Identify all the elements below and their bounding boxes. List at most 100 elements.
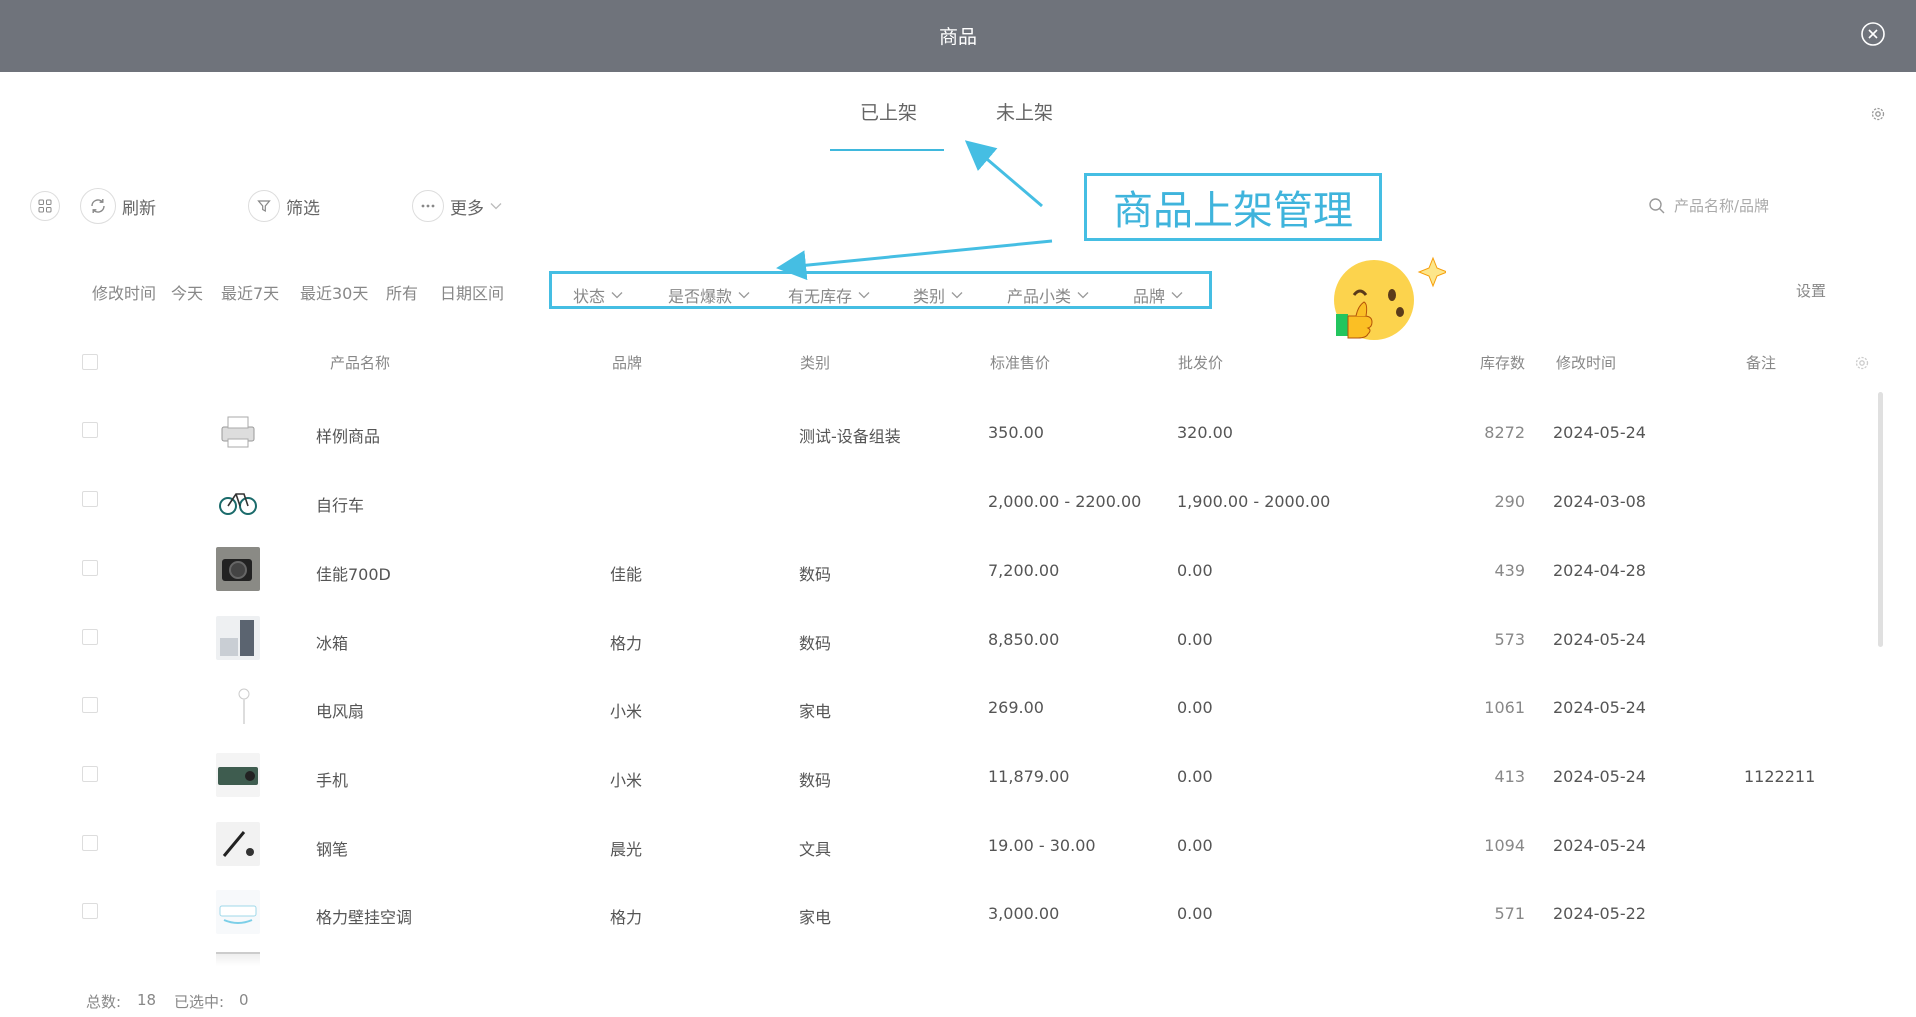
cell-brand: 格力 [610, 634, 643, 653]
thumbs-up-emoji-icon [1334, 256, 1446, 340]
filter-dropdown-group: 状态 是否爆款 有无库存 类别 产品小类 品牌 [549, 271, 1212, 309]
col-header-wholesale-price[interactable]: 批发价 [1178, 352, 1223, 373]
chevron-down-icon [1171, 292, 1183, 299]
more-label: 更多 [450, 198, 484, 219]
cell-wholesale-price: 0.00 [1177, 630, 1213, 649]
date-filter-30days[interactable]: 最近30天 [300, 280, 368, 304]
filter-brand-label: 品牌 [1133, 287, 1166, 306]
cell-name[interactable]: 电风扇 [316, 698, 364, 722]
partial-row-thumbnail [216, 952, 260, 966]
cell-name[interactable]: 钢笔 [316, 836, 348, 860]
filter-label: 筛选 [286, 198, 320, 219]
cell-wholesale-price: 0.00 [1177, 561, 1213, 580]
close-icon[interactable] [1860, 21, 1886, 47]
chevron-down-icon [858, 292, 870, 299]
product-thumbnail [216, 547, 260, 591]
filter-stock[interactable]: 有无库存 [788, 283, 870, 307]
cell-std-price: 350.00 [988, 423, 1044, 442]
funnel-icon [248, 190, 280, 222]
row-checkbox[interactable] [82, 697, 98, 713]
more-button[interactable]: 更多 [412, 188, 502, 224]
row-checkbox[interactable] [82, 766, 98, 782]
filter-subcategory[interactable]: 产品小类 [1007, 283, 1089, 307]
date-filter-7days[interactable]: 最近7天 [221, 280, 279, 304]
product-thumbnail [216, 890, 260, 934]
cell-category: 家电 [799, 908, 832, 927]
gear-icon[interactable] [1870, 106, 1886, 122]
cell-name[interactable]: 冰箱 [316, 630, 348, 654]
refresh-button[interactable]: 刷新 [80, 188, 156, 224]
cell-stock: 439 [1494, 561, 1525, 580]
cell-modified: 2024-05-24 [1553, 698, 1646, 717]
date-filter-range[interactable]: 日期区间 [440, 280, 504, 304]
row-checkbox[interactable] [82, 560, 98, 576]
cell-name[interactable]: 手机 [316, 767, 348, 791]
tab-listed[interactable]: 已上架 [860, 98, 917, 125]
cell-name[interactable]: 佳能700D [316, 561, 391, 585]
cell-stock: 290 [1494, 492, 1525, 511]
col-header-stock[interactable]: 库存数 [1480, 352, 1525, 373]
status-tabs: 已上架 未上架 [0, 96, 1916, 156]
date-filter-all[interactable]: 所有 [386, 280, 418, 304]
filter-category[interactable]: 类别 [913, 283, 963, 307]
filter-brand[interactable]: 品牌 [1133, 283, 1183, 307]
chevron-down-icon [738, 292, 750, 299]
cell-category: 数码 [799, 634, 832, 653]
date-filter-today[interactable]: 今天 [171, 280, 203, 304]
grid-icon [30, 191, 60, 221]
cell-category: 测试-设备组装 [799, 427, 901, 446]
cell-brand: 佳能 [610, 565, 643, 584]
footer-selected-value: 0 [239, 991, 249, 1009]
product-thumbnail [216, 684, 260, 728]
cell-std-price: 3,000.00 [988, 904, 1060, 923]
view-toggle-button[interactable] [30, 188, 60, 224]
col-header-brand[interactable]: 品牌 [612, 352, 642, 373]
cell-std-price: 269.00 [988, 698, 1044, 717]
cell-modified: 2024-04-28 [1553, 561, 1646, 580]
row-checkbox[interactable] [82, 422, 98, 438]
col-header-remark[interactable]: 备注 [1746, 352, 1776, 373]
product-thumbnail [216, 753, 260, 797]
col-header-modified[interactable]: 修改时间 [1556, 352, 1616, 373]
row-checkbox[interactable] [82, 835, 98, 851]
column-settings-gear-icon[interactable] [1854, 355, 1870, 371]
window-title: 商品 [938, 26, 977, 48]
search-input[interactable] [1674, 197, 1864, 215]
cell-wholesale-price: 0.00 [1177, 767, 1213, 786]
cell-category: 家电 [799, 702, 832, 721]
filter-category-label: 类别 [913, 287, 946, 306]
cell-std-price: 2,000.00 - 2200.00 [988, 492, 1142, 511]
cell-wholesale-price: 1,900.00 - 2000.00 [1177, 492, 1331, 511]
cell-modified: 2024-03-08 [1553, 492, 1646, 511]
table-scrollbar[interactable] [1878, 392, 1883, 647]
cell-category: 数码 [799, 771, 832, 790]
filter-button[interactable]: 筛选 [248, 188, 320, 224]
annotation-callout: 商品上架管理 [1084, 173, 1382, 241]
cell-modified: 2024-05-24 [1553, 630, 1646, 649]
settings-link[interactable]: 设置 [1796, 280, 1826, 301]
more-icon [412, 190, 444, 222]
col-header-category[interactable]: 类别 [800, 352, 830, 373]
chevron-down-icon [490, 203, 502, 210]
col-header-name[interactable]: 产品名称 [330, 352, 390, 373]
filter-subcategory-label: 产品小类 [1007, 287, 1072, 306]
chevron-down-icon [951, 292, 963, 299]
cell-modified: 2024-05-24 [1553, 423, 1646, 442]
row-checkbox[interactable] [82, 629, 98, 645]
cell-name[interactable]: 样例商品 [316, 423, 380, 447]
cell-wholesale-price: 0.00 [1177, 904, 1213, 923]
tab-unlisted[interactable]: 未上架 [996, 98, 1053, 125]
cell-std-price: 8,850.00 [988, 630, 1060, 649]
cell-name[interactable]: 自行车 [316, 492, 364, 516]
product-thumbnail [216, 478, 260, 522]
col-header-std-price[interactable]: 标准售价 [990, 352, 1050, 373]
filter-hot[interactable]: 是否爆款 [668, 283, 750, 307]
select-all-checkbox[interactable] [82, 354, 98, 370]
row-checkbox[interactable] [82, 491, 98, 507]
cell-name[interactable]: 格力壁挂空调 [316, 904, 412, 928]
active-tab-indicator [830, 149, 944, 151]
product-thumbnail [216, 822, 260, 866]
cell-stock: 571 [1494, 904, 1525, 923]
filter-status[interactable]: 状态 [573, 283, 623, 307]
row-checkbox[interactable] [82, 903, 98, 919]
